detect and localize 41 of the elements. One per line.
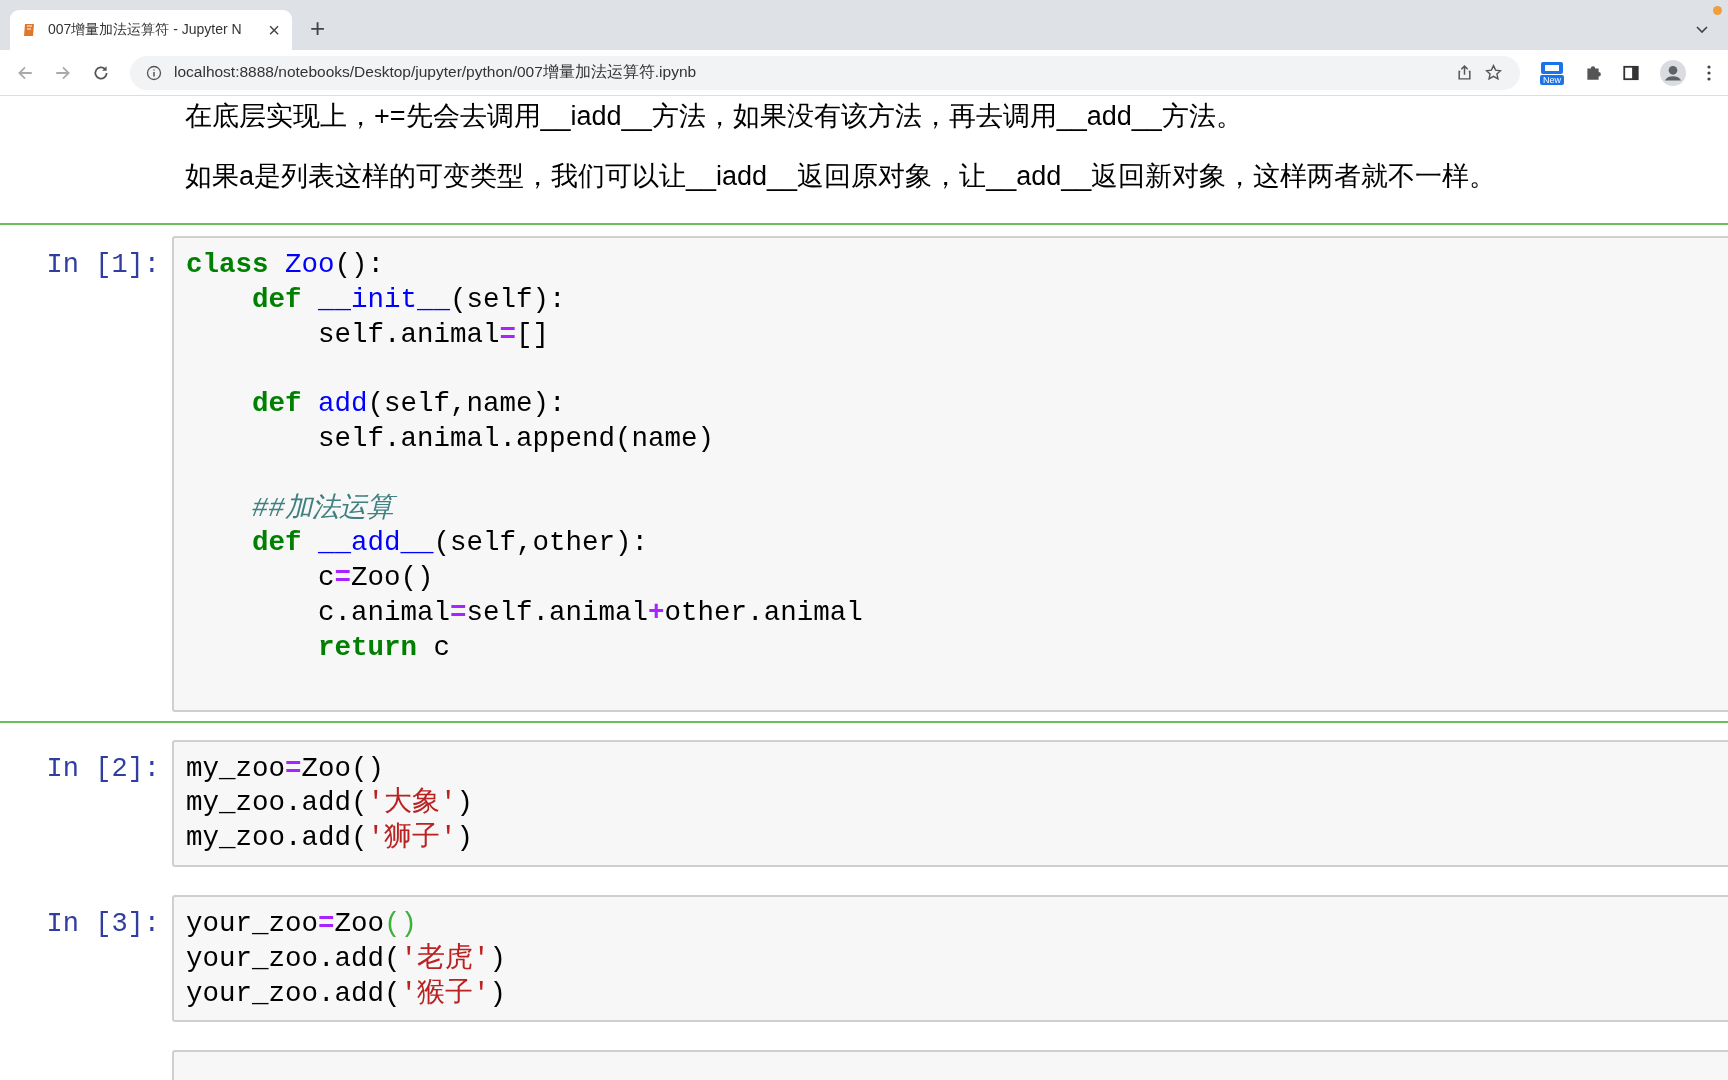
code-line: c.animal=self.animal+other.animal <box>317 595 864 630</box>
code-line: your_zoo.add('老虎') <box>186 941 508 976</box>
code-line: self.animal=[] <box>317 317 551 352</box>
url-text: localhost:8888/notebooks/Desktop/jupyter/python/007增量加法运算符.ipynb <box>174 62 697 82</box>
cell-prompt: In [1]: <box>45 249 161 280</box>
side-panel-icon[interactable] <box>1622 63 1640 82</box>
chevron-down-icon[interactable] <box>1696 26 1708 34</box>
code-line: your_zoo.add('猴子') <box>186 976 508 1011</box>
code-cell[interactable]: your_zoo=Zoo() your_zoo.add('老虎') your_zoo.add('猴子') <box>172 894 1728 1023</box>
code-line: your_zoo=Zoo() <box>186 906 419 941</box>
notification-dot <box>1713 6 1722 15</box>
markdown-text: 在底层实现上，+=先会去调用__iadd__方法，如果没有该方法，再去调用__add__方法。 <box>185 100 1244 133</box>
code-line: def __add__(self,other): <box>251 526 650 561</box>
star-icon[interactable] <box>1485 64 1502 81</box>
cell-prompt: In [3]: <box>45 907 161 939</box>
markdown-text: 如果a是列表这样的可变类型，我们可以让__iadd__返回原对象，让__add__返回新对象，这样两者就不一样。 <box>185 160 1498 193</box>
close-tab-button[interactable]: × <box>268 18 280 42</box>
puzzle-icon[interactable] <box>1584 63 1602 82</box>
code-line: self.animal.append(name) <box>317 422 716 456</box>
profile-icon[interactable] <box>1660 59 1686 86</box>
menu-icon[interactable] <box>1706 63 1712 82</box>
address-bar[interactable]: localhost:8888/notebooks/Desktop/jupyter/python/007增量加法运算符.ipynb <box>130 55 1520 90</box>
code-line: ##加法运算 <box>186 456 1716 527</box>
code-line: my_zoo=Zoo() <box>186 751 386 786</box>
code-line: my_zoo.add('狮子') <box>186 821 475 856</box>
code-line: c=Zoo() <box>317 561 435 596</box>
browser-tab[interactable]: 007增量加法运算符 - Jupyter N × <box>10 10 292 50</box>
tab-title: 007增量加法运算符 - Jupyter N <box>48 21 243 39</box>
cell-prompt: In [2]: <box>45 752 161 784</box>
code-line: def add(self,name): <box>251 387 567 422</box>
code-line: def __init__(self): <box>251 282 567 317</box>
new-tab-button[interactable]: + <box>310 13 326 44</box>
code-line: class Zoo(): <box>186 248 386 282</box>
reload-icon[interactable] <box>92 63 110 82</box>
extension-button[interactable]: New <box>1540 60 1564 85</box>
code-cell[interactable]: class Zoo(): def __init__(self): self.animal=[] def add(self,name): self.animal.append(name) ##加法运算 def __add__(self,other): c=Zoo() c.animal=self.animal+other.animal return c <box>172 236 1728 712</box>
code-cell[interactable]: my_zoo=Zoo() my_zoo.add('大象') my_zoo.add('狮子') <box>172 739 1728 867</box>
share-icon[interactable] <box>1456 64 1473 81</box>
code-line: my_zoo.add('大象') <box>186 786 475 821</box>
code-line: return c <box>317 630 452 665</box>
info-icon <box>146 64 162 81</box>
